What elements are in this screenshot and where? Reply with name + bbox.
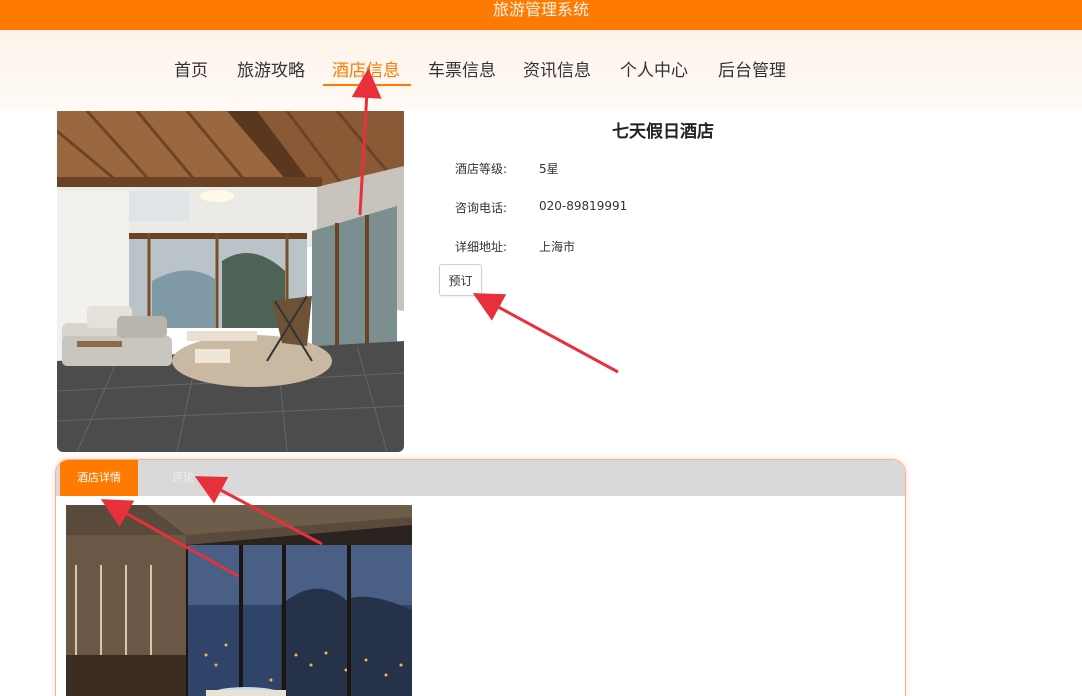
app-header: 旅游管理系统 <box>0 0 1082 30</box>
hotel-phone-value: 020-89819991 <box>539 199 628 213</box>
hotel-name: 七天假日酒店 <box>612 122 714 142</box>
nav-active-indicator <box>323 84 411 86</box>
hotel-detail-image <box>66 505 412 696</box>
hotel-main-image <box>57 111 404 452</box>
hotel-address-value: 上海市 <box>539 240 576 254</box>
nav-item-travel-guide[interactable]: 旅游攻略 <box>237 60 305 82</box>
nav-item-ticket-info[interactable]: 车票信息 <box>428 60 496 82</box>
app-title: 旅游管理系统 <box>492 0 589 19</box>
nav-item-news-info[interactable]: 资讯信息 <box>523 60 591 82</box>
tab-comments[interactable]: 评论 <box>166 460 200 496</box>
hotel-tabs-panel: 酒店详情 评论 <box>55 459 906 696</box>
nav-item-admin[interactable]: 后台管理 <box>718 60 786 82</box>
main-nav: 首页 旅游攻略 酒店信息 车票信息 资讯信息 个人中心 后台管理 <box>0 30 1082 110</box>
hotel-phone-label: 咨询电话: <box>455 201 508 215</box>
hotel-address-label: 详细地址: <box>455 240 508 254</box>
tab-bar: 酒店详情 评论 <box>56 460 905 496</box>
tab-hotel-details[interactable]: 酒店详情 <box>60 460 138 496</box>
hotel-level-label: 酒店等级: <box>455 162 508 176</box>
page: 旅游管理系统 首页 旅游攻略 酒店信息 车票信息 资讯信息 个人中心 后台管理 <box>0 0 1082 696</box>
book-button[interactable]: 预订 <box>439 264 482 296</box>
nav-item-home[interactable]: 首页 <box>174 60 208 82</box>
nav-item-personal-center[interactable]: 个人中心 <box>620 60 688 82</box>
nav-item-hotel-info[interactable]: 酒店信息 <box>332 60 400 82</box>
hotel-level-value: 5星 <box>539 162 559 176</box>
